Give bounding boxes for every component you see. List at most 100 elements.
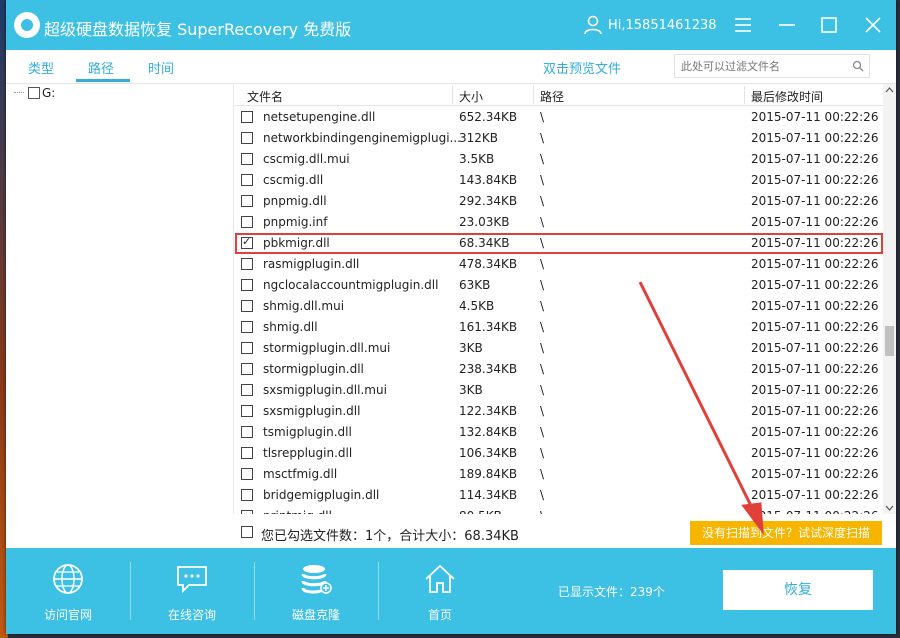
tab-type[interactable]: 类型	[28, 58, 54, 77]
select-all-checkbox[interactable]	[241, 526, 253, 538]
row-checkbox[interactable]	[241, 174, 253, 186]
file-modified-cell: 2015-07-11 00:22:26	[751, 257, 879, 271]
user-icon[interactable]	[584, 15, 602, 35]
table-row[interactable]: ngclocalaccountmigplugin.dll 63KB \ 2015-07…	[235, 275, 883, 296]
file-modified-cell: 2015-07-11 00:22:26	[751, 110, 879, 124]
table-row[interactable]: stormigplugin.dll 238.34KB \ 2015-07-11 00:…	[235, 359, 883, 380]
nav-disk-clone[interactable]: 磁盘克隆	[254, 548, 378, 634]
file-size-cell: 4.5KB	[459, 299, 495, 313]
selection-status-row: 您已勾选文件数：1个，合计大小：68.34KB 没有扫描到文件？试试深度扫描	[235, 518, 896, 546]
table-row[interactable]: networkbindingenginemigplugi... 312KB \ 201…	[235, 128, 883, 149]
file-size-cell: 292.34KB	[459, 194, 518, 208]
row-checkbox[interactable]	[241, 468, 253, 480]
file-path-cell: \	[540, 299, 545, 313]
row-checkbox[interactable]	[241, 235, 253, 249]
file-name-cell: cscmig.dll	[263, 173, 324, 187]
file-name-cell: shmig.dll.mui	[263, 299, 345, 313]
row-checkbox[interactable]	[241, 489, 253, 501]
table-row[interactable]: tlsrepplugin.dll 106.34KB \ 2015-07-11 00:2…	[235, 443, 883, 464]
file-size-cell: 143.84KB	[459, 173, 518, 187]
scroll-up-icon[interactable]	[883, 84, 896, 96]
filename-filter-input[interactable]	[674, 54, 870, 78]
table-row[interactable]: shmig.dll.mui 4.5KB \ 2015-07-11 00:22:26	[235, 296, 883, 317]
row-checkbox[interactable]	[241, 258, 253, 270]
file-name-cell: shmig.dll	[263, 320, 318, 334]
app-title: 超级硬盘数据恢复 SuperRecovery 免费版	[44, 20, 352, 39]
table-row[interactable]: sxsmigplugin.dll.mui 3KB \ 2015-07-11 00:22…	[235, 380, 883, 401]
nav-official-site[interactable]: 访问官网	[6, 548, 130, 634]
double-click-preview-link[interactable]: 双击预览文件	[543, 58, 621, 77]
tab-time[interactable]: 时间	[148, 58, 174, 77]
nav-online-consult[interactable]: 在线咨询	[130, 548, 254, 634]
column-header-modified[interactable]: 最后修改时间	[751, 88, 823, 105]
table-row[interactable]: printmig.dll 80.5KB \ 2015-07-11 00:22:26	[235, 506, 883, 514]
table-row[interactable]: sxsmigplugin.dll 122.34KB \ 2015-07-11 00:2…	[235, 401, 883, 422]
minimize-icon[interactable]	[776, 14, 798, 36]
file-modified-cell: 2015-07-11 00:22:26	[751, 131, 879, 145]
table-row[interactable]: tsmigplugin.dll 132.84KB \ 2015-07-11 00:22…	[235, 422, 883, 443]
row-checkbox[interactable]	[241, 132, 253, 144]
row-checkbox[interactable]	[241, 447, 253, 459]
deep-scan-button[interactable]: 没有扫描到文件？试试深度扫描	[690, 521, 882, 545]
column-divider	[533, 86, 534, 104]
row-checkbox[interactable]	[241, 153, 253, 165]
menu-icon[interactable]	[732, 14, 754, 36]
row-checkbox[interactable]	[241, 405, 253, 417]
table-row[interactable]: cscmig.dll.mui 3.5KB \ 2015-07-11 00:22:26	[235, 149, 883, 170]
row-checkbox[interactable]	[241, 279, 253, 291]
column-header-size[interactable]: 大小	[459, 88, 483, 105]
row-checkbox[interactable]	[241, 195, 253, 207]
column-header-path[interactable]: 路径	[540, 88, 564, 105]
file-name-cell: sxsmigplugin.dll.mui	[263, 383, 387, 397]
table-row[interactable]: msctfmig.dll 189.84KB \ 2015-07-11 00:22:26	[235, 464, 883, 485]
row-checkbox[interactable]	[241, 321, 253, 333]
table-row[interactable]: netsetupengine.dll 652.34KB \ 2015-07-11 00…	[235, 107, 883, 128]
recover-button[interactable]: 恢复	[723, 570, 873, 610]
drive-checkbox[interactable]	[28, 87, 40, 99]
nav-label: 在线咨询	[167, 608, 216, 622]
file-modified-cell: 2015-07-11 00:22:26	[751, 173, 879, 187]
row-checkbox[interactable]	[241, 510, 253, 514]
maximize-icon[interactable]	[818, 14, 840, 36]
tab-path[interactable]: 路径	[88, 58, 114, 77]
scroll-down-icon[interactable]	[883, 502, 896, 514]
column-header-name[interactable]: 文件名	[247, 88, 283, 105]
search-icon[interactable]	[852, 60, 864, 72]
row-checkbox[interactable]	[241, 216, 253, 228]
row-checkbox[interactable]	[241, 111, 253, 123]
file-name-cell: netsetupengine.dll	[263, 110, 376, 124]
file-path-cell: \	[540, 257, 545, 271]
table-row[interactable]: pbkmigr.dll 68.34KB \ 2015-07-11 00:22:26	[235, 233, 883, 254]
file-name-cell: rasmigplugin.dll	[263, 257, 360, 271]
nav-home[interactable]: 首页	[378, 548, 502, 634]
file-size-cell: 3KB	[459, 341, 483, 355]
column-divider	[744, 86, 745, 104]
close-icon[interactable]	[862, 14, 884, 36]
table-row[interactable]: shmig.dll 161.34KB \ 2015-07-11 00:22:26	[235, 317, 883, 338]
file-path-cell: \	[540, 362, 545, 376]
selection-summary: 您已勾选文件数：1个，合计大小：68.34KB	[261, 529, 519, 544]
file-path-cell: \	[540, 425, 545, 439]
file-size-cell: 652.34KB	[459, 110, 518, 124]
scrollbar-thumb[interactable]	[885, 326, 894, 356]
file-size-cell: 161.34KB	[459, 320, 518, 334]
home-icon	[425, 564, 455, 593]
table-row[interactable]: bridgemigplugin.dll 114.34KB \ 2015-07-11 0…	[235, 485, 883, 506]
file-path-cell: \	[540, 383, 545, 397]
table-row[interactable]: rasmigplugin.dll 478.34KB \ 2015-07-11 00:2…	[235, 254, 883, 275]
table-row[interactable]: stormigplugin.dll.mui 3KB \ 2015-07-11 00:2…	[235, 338, 883, 359]
table-row[interactable]: pnpmig.inf 23.03KB \ 2015-07-11 00:22:26	[235, 212, 883, 233]
vertical-scrollbar[interactable]	[883, 84, 896, 514]
user-account-label[interactable]: Hi,15851461238	[608, 18, 717, 33]
row-checkbox[interactable]	[241, 426, 253, 438]
database-icon	[301, 565, 332, 594]
table-row[interactable]: cscmig.dll 143.84KB \ 2015-07-11 00:22:26	[235, 170, 883, 191]
drive-label[interactable]: G:	[42, 86, 55, 100]
file-modified-cell: 2015-07-11 00:22:26	[751, 467, 879, 481]
row-checkbox[interactable]	[241, 384, 253, 396]
table-row[interactable]: pnpmig.dll 292.34KB \ 2015-07-11 00:22:26	[235, 191, 883, 212]
row-checkbox[interactable]	[241, 363, 253, 375]
row-checkbox[interactable]	[241, 300, 253, 312]
row-checkbox[interactable]	[241, 342, 253, 354]
file-path-cell: \	[540, 467, 545, 481]
